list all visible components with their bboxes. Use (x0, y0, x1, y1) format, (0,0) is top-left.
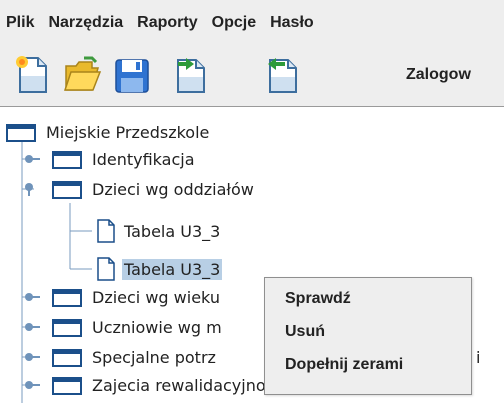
folder-icon (52, 181, 82, 199)
expanded-handle-icon (25, 183, 33, 196)
menu-opcje[interactable]: Opcje (212, 14, 256, 32)
open-button[interactable] (62, 54, 102, 96)
tree-item-tabela-u3-3[interactable]: Tabela U3_3 (96, 218, 222, 244)
collapsed-handle-icon (25, 155, 40, 163)
tree-item-label: Uczniowie wg m (92, 317, 222, 337)
tree-item-identyfikacja[interactable]: Identyfikacja (52, 146, 197, 172)
tree-item-dzieci-wg-oddzialow[interactable]: Dzieci wg oddziałów (52, 176, 256, 202)
import-button[interactable] (262, 54, 302, 96)
tree-item-label: Dzieci wg wieku (92, 287, 220, 307)
new-document-button[interactable] (12, 54, 52, 96)
tree-item-label: Dzieci wg oddziałów (92, 179, 254, 199)
menu-raporty[interactable]: Raporty (137, 14, 197, 32)
collapsed-handle-icon (25, 353, 40, 361)
expand-toggle-dzieci-wg-wieku[interactable] (24, 290, 42, 304)
expand-toggle-dzieci-wg-oddzialow[interactable] (24, 182, 42, 196)
folder-icon (52, 151, 82, 169)
collapsed-handle-icon (25, 323, 40, 331)
context-menu-usun[interactable]: Usuń (265, 315, 471, 348)
menu-haslo[interactable]: Hasło (270, 14, 314, 32)
export-button[interactable] (170, 54, 210, 96)
context-menu-dopelnij-zerami[interactable]: Dopełnij zerami (265, 348, 471, 381)
document-icon (97, 219, 115, 243)
folder-icon (6, 124, 36, 142)
tree-item-uczniowie[interactable]: Uczniowie wg m (52, 314, 224, 340)
tree-item-label: Identyfikacja (92, 149, 195, 169)
collapsed-handle-icon (25, 381, 40, 389)
expand-toggle-zajecia[interactable] (24, 378, 42, 392)
new-document-icon (16, 56, 47, 93)
logged-in-label: Zalogow (406, 66, 471, 83)
toolbar: Zalogow (0, 46, 504, 106)
folder-icon (52, 377, 82, 395)
expand-toggle-specjalne[interactable] (24, 350, 42, 364)
menu-narzedzia[interactable]: Narzędzia (48, 14, 123, 32)
menu-plik[interactable]: Plik (6, 14, 34, 32)
tree-root-node[interactable]: Miejskie Przedszkole (6, 119, 211, 145)
save-disk-icon (115, 59, 149, 93)
menu-bar: Plik Narzędzia Raporty Opcje Hasło (0, 0, 504, 46)
application-window: Plik Narzędzia Raporty Opcje Hasło Zalog… (0, 0, 504, 403)
save-button[interactable] (112, 54, 152, 96)
export-document-icon (177, 58, 205, 93)
tree-item-specjalne[interactable]: Specjalne potrz (52, 344, 218, 370)
folder-icon (52, 349, 82, 367)
open-folder-icon (63, 56, 102, 91)
expand-toggle-uczniowie[interactable] (24, 320, 42, 334)
collapsed-handle-icon (25, 293, 40, 301)
tree-item-tabela-u3-3-selected[interactable]: Tabela U3_3 (96, 256, 223, 282)
context-menu-sprawdz[interactable]: Sprawdź (265, 282, 471, 315)
tree-item-dzieci-wg-wieku[interactable]: Dzieci wg wieku (52, 284, 222, 310)
tree-root-label: Miejskie Przedszkole (46, 122, 210, 142)
document-icon (97, 257, 115, 281)
folder-icon (52, 319, 82, 337)
context-menu: Sprawdź Usuń Dopełnij zerami (264, 277, 472, 395)
expand-toggle-identyfikacja[interactable] (24, 152, 42, 166)
import-document-icon (268, 58, 297, 93)
tree-item-label: Tabela U3_3 (122, 258, 223, 280)
folder-icon (52, 289, 82, 307)
tree-item-label: Specjalne potrz (92, 347, 216, 367)
tree-item-specjalne-suffix: i (474, 344, 482, 370)
tree-item-label: Tabela U3_3 (124, 221, 221, 241)
tree-item-label-suffix: i (476, 347, 481, 367)
